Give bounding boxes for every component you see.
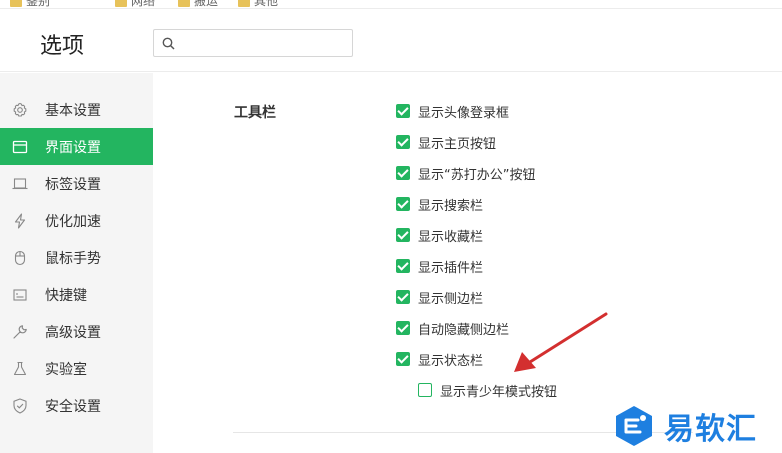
sidebar-item-advanced-settings[interactable]: 高级设置 (0, 313, 153, 350)
mouse-icon (14, 250, 26, 266)
keyboard-icon (13, 289, 27, 301)
checkbox-unchecked[interactable] (418, 383, 432, 397)
checkbox-checked[interactable] (396, 352, 410, 366)
sidebar-item-optimize-speed[interactable]: 优化加速 (0, 202, 153, 239)
checkbox-checked[interactable] (396, 166, 410, 180)
option-auto-hide-sidebar[interactable]: 自动隐藏侧边栏 (396, 318, 509, 338)
option-show-status-bar[interactable]: 显示状态栏 (396, 349, 483, 369)
option-show-favorites-bar[interactable]: 显示收藏栏 (396, 225, 483, 245)
option-label: 显示“苏打办公”按钮 (418, 167, 536, 183)
option-label: 显示主页按钮 (418, 136, 497, 152)
checkbox-checked[interactable] (396, 290, 410, 304)
bookmark-item[interactable]: 网络 (115, 0, 155, 8)
option-label: 显示青少年模式按钮 (440, 384, 558, 400)
sidebar-item-label: 鼠标手势 (45, 251, 101, 267)
toolbar-section-label: 工具栏 (234, 105, 276, 121)
sidebar-item-tab-settings[interactable]: 标签设置 (0, 165, 153, 202)
annotation-arrow-icon (514, 312, 608, 372)
sidebar-item-label: 优化加速 (45, 214, 101, 230)
page-title: 选项 (40, 34, 85, 59)
checkbox-checked[interactable] (396, 259, 410, 273)
sidebar-item-label: 实验室 (45, 362, 87, 378)
watermark-logo-icon (616, 406, 652, 446)
option-label: 显示头像登录框 (418, 105, 510, 121)
option-show-sidebar[interactable]: 显示侧边栏 (396, 287, 483, 307)
search-box[interactable] (153, 29, 353, 57)
option-show-teen-mode-button[interactable]: 显示青少年模式按钮 (418, 380, 557, 400)
bookmark-item[interactable]: 其他 (238, 0, 278, 8)
option-show-search-bar[interactable]: 显示搜索栏 (396, 194, 483, 214)
bookmarks-bar: 鉴别 网络 搬运 其他 (0, 0, 782, 9)
sidebar-item-mouse-gestures[interactable]: 鼠标手势 (0, 239, 153, 276)
checkbox-checked[interactable] (396, 197, 410, 211)
option-label: 显示收藏栏 (418, 229, 484, 245)
search-input[interactable] (180, 33, 348, 53)
bookmark-item[interactable]: 搬运 (178, 0, 218, 8)
sidebar: 基本设置 界面设置 标签设置 优化加速 鼠标手势 快捷键 高级设置 实验室 安全… (0, 73, 153, 453)
wrench-icon (13, 325, 27, 339)
bookmark-item[interactable]: 鉴别 (10, 0, 50, 8)
sidebar-item-label: 高级设置 (45, 325, 101, 341)
search-icon (162, 37, 175, 50)
option-show-suda-office-button[interactable]: 显示“苏打办公”按钮 (396, 163, 535, 183)
sidebar-item-label: 界面设置 (45, 140, 101, 156)
checkbox-checked[interactable] (396, 104, 410, 118)
option-show-home-button[interactable]: 显示主页按钮 (396, 132, 496, 152)
option-label: 自动隐藏侧边栏 (418, 322, 510, 338)
option-label: 显示侧边栏 (418, 291, 484, 307)
settings-content: 工具栏 显示头像登录框 显示主页按钮 显示“苏打办公”按钮 显示搜索栏 显示收藏… (153, 73, 782, 453)
option-show-avatar-login[interactable]: 显示头像登录框 (396, 101, 509, 121)
sidebar-item-shortcuts[interactable]: 快捷键 (0, 276, 153, 313)
sidebar-item-lab[interactable]: 实验室 (0, 350, 153, 387)
sidebar-item-security-settings[interactable]: 安全设置 (0, 387, 153, 424)
watermark-text: 易软汇 (664, 412, 757, 447)
gear-icon (13, 102, 27, 117)
flask-icon (13, 361, 27, 376)
checkbox-checked[interactable] (396, 135, 410, 149)
options-header: 选项 (0, 10, 782, 72)
sidebar-item-label: 安全设置 (45, 399, 101, 415)
option-label: 显示插件栏 (418, 260, 484, 276)
option-show-plugin-bar[interactable]: 显示插件栏 (396, 256, 483, 276)
sidebar-item-label: 基本设置 (45, 103, 101, 119)
folder-icon (238, 0, 250, 7)
shield-icon (13, 398, 27, 414)
option-label: 显示状态栏 (418, 353, 484, 369)
folder-icon (10, 0, 22, 7)
folder-icon (178, 0, 190, 7)
folder-icon (115, 0, 127, 7)
sidebar-item-label: 标签设置 (45, 177, 101, 193)
tab-icon (12, 178, 28, 190)
window-icon (12, 140, 28, 154)
bolt-icon (14, 213, 26, 229)
checkbox-checked[interactable] (396, 321, 410, 335)
sidebar-item-basic-settings[interactable]: 基本设置 (0, 91, 153, 128)
sidebar-item-label: 快捷键 (45, 288, 87, 304)
sidebar-item-interface-settings[interactable]: 界面设置 (0, 128, 153, 165)
watermark: 易软汇 (612, 405, 757, 447)
checkbox-checked[interactable] (396, 228, 410, 242)
option-label: 显示搜索栏 (418, 198, 484, 214)
